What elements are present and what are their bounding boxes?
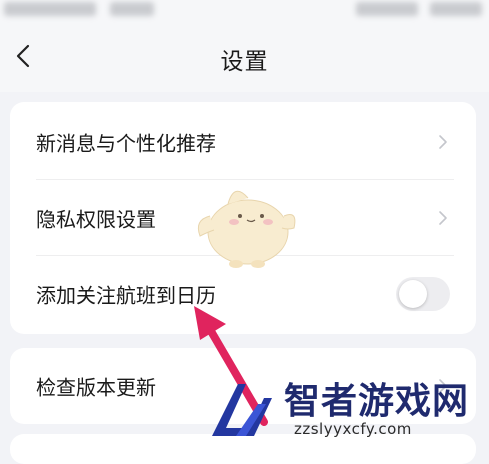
chevron-right-icon: [439, 135, 447, 149]
settings-row-label: 检查版本更新: [36, 375, 156, 400]
calendar-sync-toggle[interactable]: [396, 277, 450, 311]
watermark-name: 智者游戏网: [284, 381, 470, 422]
header: 设置: [0, 28, 489, 92]
status-bar-blurred-center: [110, 2, 154, 16]
settings-row-notifications[interactable]: 新消息与个性化推荐: [10, 104, 476, 180]
status-bar-blurred-left: [4, 2, 96, 16]
settings-row-label: 新消息与个性化推荐: [36, 131, 216, 156]
chevron-right-icon: [439, 211, 447, 225]
mascot-sticker-icon: [197, 190, 296, 268]
page-title: 设置: [220, 49, 269, 75]
settings-row-label: 隐私权限设置: [36, 207, 156, 232]
watermark-url: zzslyyxcfy.com: [294, 420, 412, 438]
watermark: 智者游戏网 zzslyyxcfy.com: [206, 372, 489, 449]
status-bar: [0, 0, 489, 28]
status-bar-blurred-right-1: [356, 2, 418, 16]
watermark-logo-icon: [212, 384, 272, 436]
status-bar-blurred-right-2: [430, 2, 482, 16]
toggle-knob: [399, 280, 427, 308]
